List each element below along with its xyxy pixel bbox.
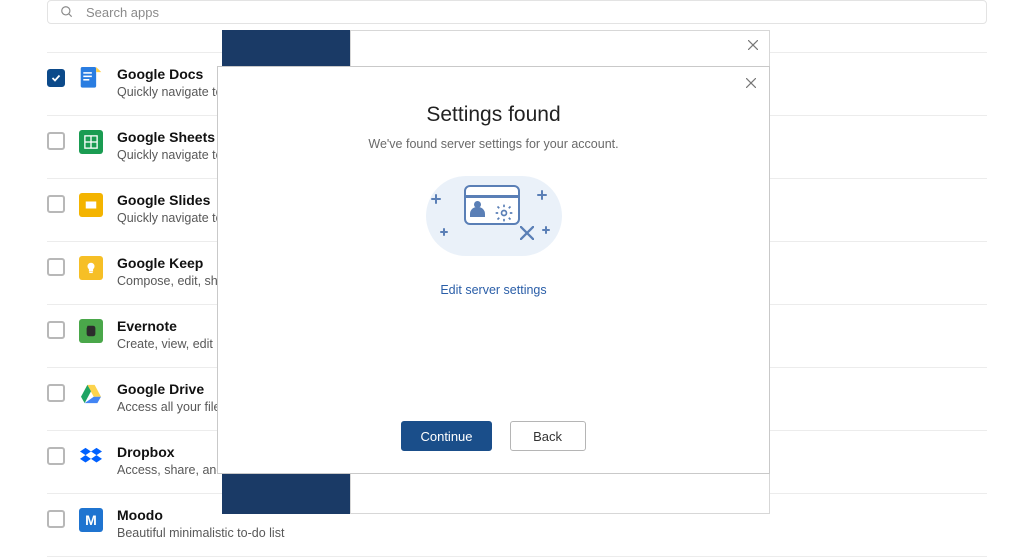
gear-icon — [494, 203, 514, 223]
checkbox[interactable] — [47, 447, 65, 465]
checkbox[interactable] — [47, 384, 65, 402]
app-desc: Beautiful minimalistic to-do list — [117, 525, 987, 542]
checkbox[interactable] — [47, 69, 65, 87]
google-drive-icon — [79, 382, 103, 406]
search-icon — [60, 5, 74, 19]
settings-found-dialog: Settings found We've found server settin… — [217, 66, 770, 474]
continue-button[interactable]: Continue — [401, 421, 491, 451]
google-docs-icon — [79, 67, 103, 91]
checkbox[interactable] — [47, 321, 65, 339]
close-icon[interactable] — [745, 37, 761, 53]
checkbox[interactable] — [47, 132, 65, 150]
settings-illustration — [414, 171, 574, 261]
google-keep-icon — [79, 256, 103, 280]
checkbox[interactable] — [47, 510, 65, 528]
dropbox-icon — [79, 445, 103, 469]
dialog-subtitle: We've found server settings for your acc… — [368, 137, 618, 151]
back-button[interactable]: Back — [510, 421, 586, 451]
google-sheets-icon — [79, 130, 103, 154]
edit-server-settings-link[interactable]: Edit server settings — [440, 283, 546, 297]
evernote-icon — [79, 319, 103, 343]
dialog-title: Settings found — [426, 103, 560, 127]
google-slides-icon — [79, 193, 103, 217]
search-bar[interactable] — [47, 0, 987, 24]
search-input[interactable] — [84, 4, 974, 21]
moodo-icon: M — [79, 508, 103, 532]
checkbox[interactable] — [47, 195, 65, 213]
checkbox[interactable] — [47, 258, 65, 276]
